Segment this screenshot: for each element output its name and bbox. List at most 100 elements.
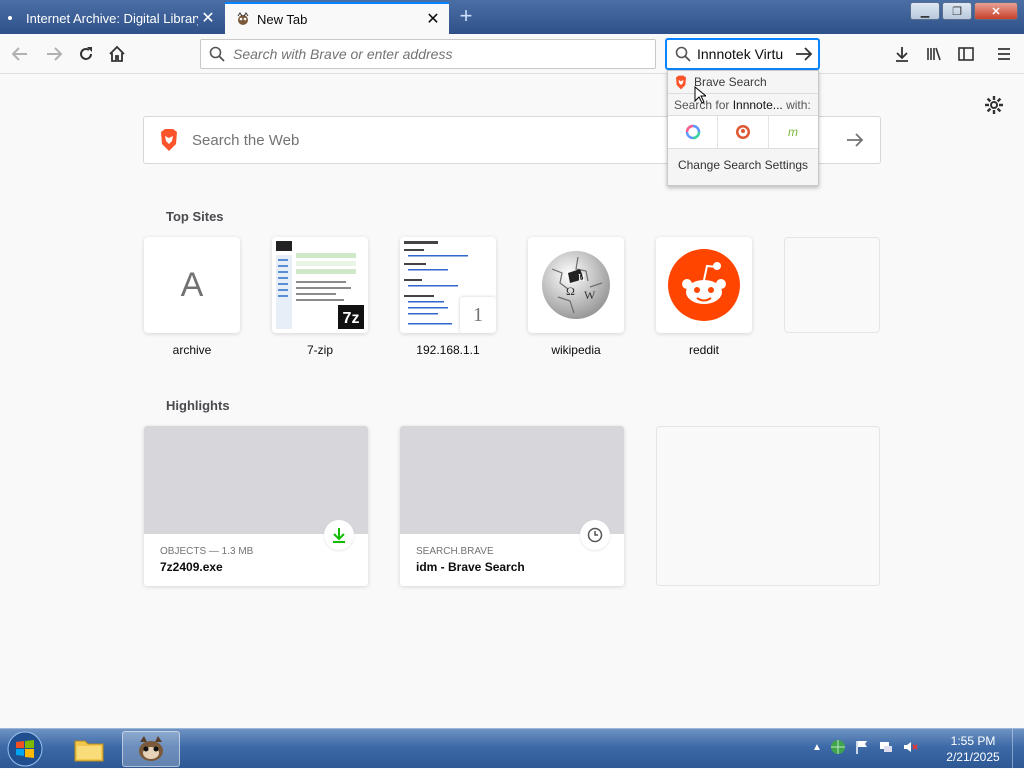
sidebar-icon — [958, 47, 974, 61]
empty-top-site-tile[interactable] — [784, 237, 880, 333]
clock-date: 2/21/2025 — [946, 750, 1000, 764]
highlight-card-7z2409[interactable]: OBJECTS — 1.3 MB 7z2409.exe — [144, 426, 368, 586]
tab-title: New Tab — [257, 11, 308, 27]
new-tab-button[interactable]: + — [454, 5, 478, 29]
show-hidden-icons-icon[interactable]: ▲ — [812, 742, 822, 753]
close-tab-icon[interactable]: ✕ — [423, 9, 443, 29]
highlight-source: SEARCH.BRAVE — [416, 546, 494, 557]
download-badge — [324, 520, 354, 550]
tab-internet-archive[interactable]: Internet Archive: Digital Library ✕ — [0, 2, 224, 34]
windows-logo-icon — [7, 731, 43, 767]
brave-favicon-icon — [237, 12, 249, 25]
top-site-tile[interactable]: Ω W И — [528, 237, 624, 333]
search-for-row: Search for Innnote... with: — [668, 93, 818, 115]
clock-time: 1:55 PM — [950, 734, 996, 748]
top-site-tile[interactable]: 7z — [272, 237, 368, 333]
windows-taskbar: ▲ 1:55 PM 2/21/2025 — [0, 728, 1024, 769]
web-search-submit-button[interactable] — [844, 129, 866, 154]
forward-button[interactable] — [40, 40, 68, 68]
show-desktop-button[interactable] — [1012, 729, 1024, 769]
highlight-title: 7z2409.exe — [160, 560, 223, 574]
tab-new-tab[interactable]: New Tab ✕ — [225, 2, 449, 34]
top-site-7zip[interactable]: 7z 7-zip — [272, 237, 368, 357]
tab-strip: Internet Archive: Digital Library ✕ New … — [0, 0, 1024, 34]
menu-button[interactable] — [990, 40, 1018, 68]
search-icon — [209, 46, 225, 62]
back-button[interactable] — [6, 40, 34, 68]
svg-text:И: И — [578, 273, 585, 284]
top-site-archive[interactable]: A archive — [144, 237, 240, 357]
back-arrow-icon — [11, 47, 27, 61]
top-site-empty-slot[interactable] — [784, 237, 880, 333]
close-tab-icon[interactable]: ✕ — [198, 8, 218, 28]
search-input[interactable]: Innnotek Virtu — [666, 39, 819, 69]
top-site-tile[interactable]: A — [144, 237, 240, 333]
taskbar-clock[interactable]: 1:55 PM 2/21/2025 — [940, 733, 1006, 765]
arrow-right-icon — [796, 47, 813, 61]
top-site-label: reddit — [688, 343, 720, 357]
highlight-empty-slot — [656, 426, 880, 586]
7zip-screenshot-thumbnail: 7z — [272, 237, 368, 333]
mojeek-engine-button[interactable]: m — [769, 116, 818, 148]
network-connection-icon[interactable] — [878, 739, 894, 755]
hamburger-menu-icon — [998, 48, 1010, 60]
highlight-title: idm - Brave Search — [416, 560, 525, 574]
highlight-card-idm-brave-search[interactable]: SEARCH.BRAVE idm - Brave Search — [400, 426, 624, 586]
volume-muted-icon[interactable] — [902, 739, 918, 755]
top-site-label: wikipedia — [551, 343, 601, 357]
highlight-thumbnail — [144, 426, 368, 534]
minimize-button[interactable]: ▁ — [910, 2, 940, 20]
current-engine-row[interactable]: Brave Search — [668, 71, 818, 93]
maximize-button[interactable]: ❐ — [942, 2, 972, 20]
highlight-thumbnail — [400, 426, 624, 534]
qwant-engine-button[interactable] — [668, 116, 719, 148]
download-icon — [896, 47, 908, 62]
top-site-label: 7-zip — [306, 343, 333, 357]
download-icon — [333, 528, 345, 543]
top-site-wikipedia[interactable]: Ω W И wikipedia — [528, 237, 624, 357]
history-badge — [580, 520, 610, 550]
taskbar-file-explorer[interactable] — [60, 731, 118, 767]
address-bar[interactable]: Search with Brave or enter address — [200, 39, 656, 69]
close-window-button[interactable]: ✕ — [974, 2, 1018, 20]
clock-icon — [587, 527, 603, 543]
top-site-tile[interactable]: 1 — [400, 237, 496, 333]
search-for-suffix: with: — [786, 97, 811, 112]
sidebar-toggle-button[interactable] — [952, 40, 980, 68]
qwant-icon — [685, 124, 700, 140]
navigation-toolbar: Search with Brave or enter address Innno… — [0, 34, 1024, 74]
top-site-192-168-1-1[interactable]: 1 192.168.1.1 — [400, 237, 496, 357]
highlights-heading: Highlights — [166, 398, 230, 413]
search-input-value: Innnotek Virtu — [697, 46, 784, 62]
duckduckgo-engine-button[interactable] — [718, 116, 769, 148]
brave-logo-icon — [676, 75, 686, 89]
arrow-right-icon — [847, 133, 864, 147]
reload-icon — [80, 47, 92, 60]
start-button[interactable] — [4, 730, 46, 768]
downloads-button[interactable] — [888, 40, 916, 68]
search-suggestions-popup: Brave Search Search for Innnote... with:… — [667, 70, 819, 186]
home-button[interactable] — [103, 40, 131, 68]
library-button[interactable] — [920, 40, 948, 68]
search-icon — [675, 46, 691, 62]
taskbar-brave-browser[interactable] — [122, 731, 180, 767]
svg-text:Ω: Ω — [566, 284, 575, 298]
window-controls: ▁ ❐ ✕ — [910, 2, 1018, 20]
brave-logo-icon — [161, 129, 177, 151]
top-site-tile[interactable] — [656, 237, 752, 333]
search-for-query: Innnote... — [732, 97, 783, 112]
change-search-settings-button[interactable]: Change Search Settings — [668, 149, 818, 181]
top-site-reddit[interactable]: reddit — [656, 237, 752, 357]
web-search-placeholder: Search the Web — [192, 131, 300, 149]
top-sites-heading: Top Sites — [166, 209, 224, 224]
site-number-badge: 1 — [460, 297, 496, 333]
page-settings-button[interactable] — [984, 95, 1004, 118]
network-globe-icon[interactable] — [830, 739, 846, 755]
highlight-source: OBJECTS — 1.3 MB — [160, 546, 254, 557]
action-center-flag-icon[interactable] — [854, 739, 870, 755]
search-go-button[interactable] — [794, 44, 814, 67]
wikipedia-globe-icon: Ω W И — [542, 251, 610, 319]
reload-button[interactable] — [72, 40, 100, 68]
gear-icon — [985, 96, 1003, 114]
mouse-cursor-icon — [694, 86, 706, 104]
